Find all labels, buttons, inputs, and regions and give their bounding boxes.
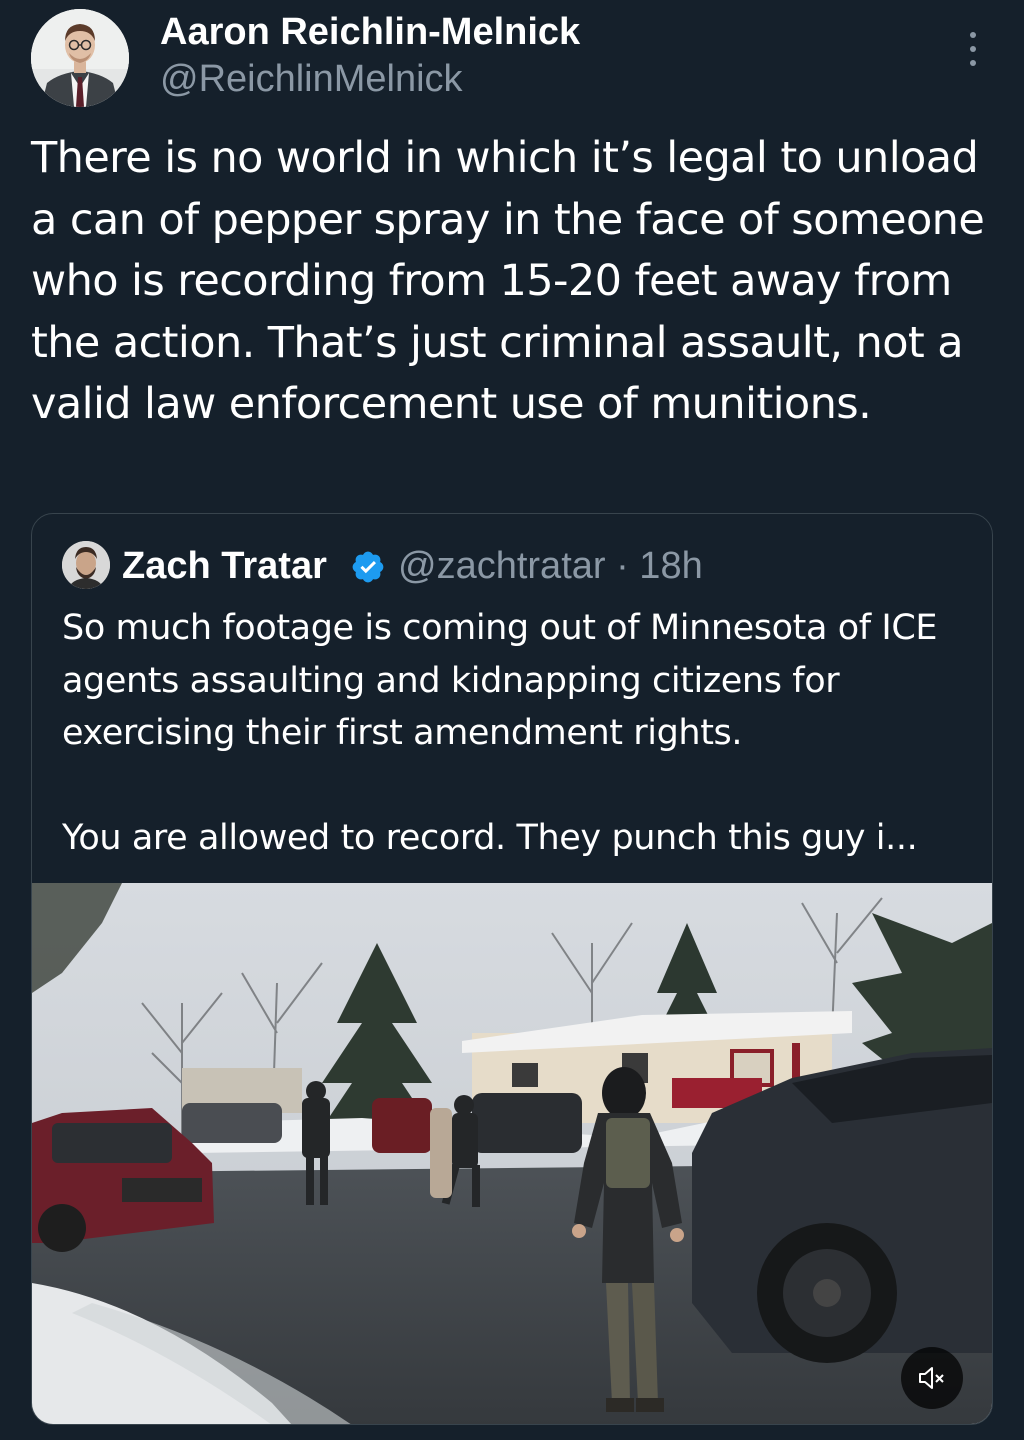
quoted-handle-and-time[interactable]: @zachtratar · 18h bbox=[398, 544, 703, 588]
quoted-paragraph-2: You are allowed to record. They punch th… bbox=[62, 817, 918, 858]
speaker-muted-icon[interactable] bbox=[901, 1347, 963, 1409]
author-name[interactable]: Aaron Reichlin-Melnick bbox=[160, 10, 580, 54]
author-handle[interactable]: @ReichlinMelnick bbox=[160, 57, 463, 101]
quoted-tweet-card[interactable]: Zach Tratar @zachtratar · 18h So much fo… bbox=[31, 513, 993, 1425]
verified-badge-icon bbox=[352, 551, 384, 583]
quoted-paragraph-1: So much footage is coming out of Minneso… bbox=[62, 608, 938, 753]
tweet-header: Aaron Reichlin-Melnick @ReichlinMelnick bbox=[0, 0, 1024, 120]
more-vertical-icon[interactable] bbox=[958, 28, 988, 70]
tweet-text: There is no world in which it’s legal to… bbox=[31, 133, 985, 429]
quoted-author-name[interactable]: Zach Tratar bbox=[122, 544, 327, 588]
author-avatar[interactable] bbox=[31, 9, 129, 107]
video-frame bbox=[32, 883, 992, 1424]
quoted-tweet-text: So much footage is coming out of Minneso… bbox=[62, 602, 982, 864]
video-player[interactable] bbox=[32, 883, 992, 1424]
quoted-author-avatar[interactable] bbox=[62, 541, 110, 589]
